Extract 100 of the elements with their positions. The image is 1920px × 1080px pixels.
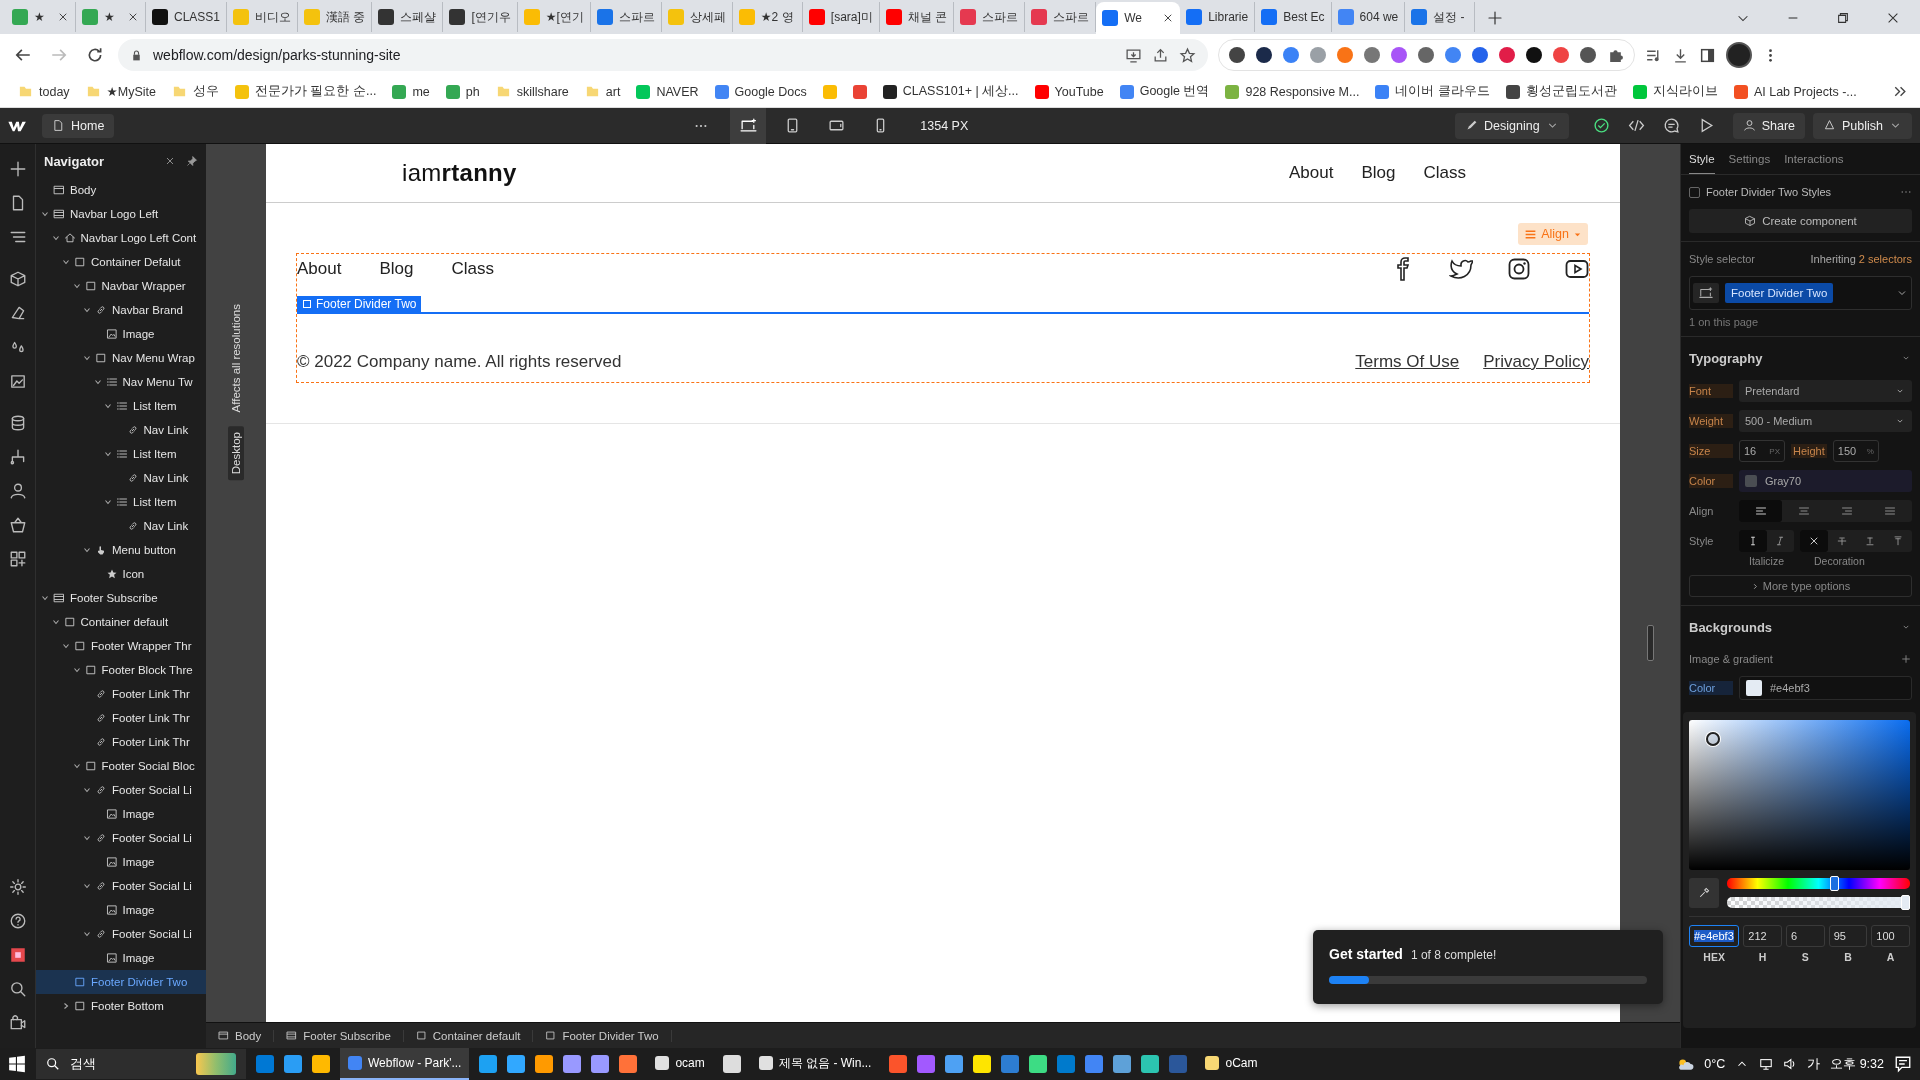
navigator-item[interactable]: Image	[36, 802, 206, 826]
clock[interactable]: 오후 9:32	[1830, 1055, 1884, 1073]
navigator-item[interactable]: Nav Link	[36, 466, 206, 490]
bookmark[interactable]: NAVER	[630, 84, 705, 99]
navigator-item[interactable]: Image	[36, 946, 206, 970]
bookmark[interactable]: YouTube	[1028, 84, 1110, 99]
publish-button[interactable]: Publish	[1813, 112, 1912, 139]
browser-tab[interactable]: Librarie	[1180, 2, 1256, 32]
bookmark[interactable]: Google Docs	[708, 84, 813, 99]
more-type-options-button[interactable]: More type options	[1689, 575, 1912, 597]
browser-tab[interactable]: 상세페	[661, 2, 733, 32]
navigator-item[interactable]: Footer Social Bloc	[36, 754, 206, 778]
bookmark[interactable]: 전문가가 필요한 순...	[229, 83, 383, 100]
color-value-field[interactable]: #e4ebf3	[1689, 925, 1740, 947]
navigator-item[interactable]: Footer Link Thr	[36, 682, 206, 706]
bookmark[interactable]: ★MySite	[79, 84, 162, 99]
browser-tab[interactable]: ★[연기	[517, 2, 591, 32]
bookmark[interactable]: 성우	[166, 83, 225, 100]
panel-tab[interactable]: Interactions	[1784, 144, 1844, 174]
bookmark[interactable]: art	[578, 84, 627, 99]
bookmark[interactable]: 횡성군립도서관	[1499, 83, 1623, 100]
breadcrumb-item[interactable]: Body	[206, 1029, 275, 1042]
navigator-item[interactable]: Nav Menu Tw	[36, 370, 206, 394]
navigator-item[interactable]: Footer Link Thr	[36, 730, 206, 754]
navigator-item[interactable]: Menu button	[36, 538, 206, 562]
navigator-item[interactable]: Container default	[36, 610, 206, 634]
browser-tab[interactable]: [연기우	[443, 2, 518, 32]
color-field[interactable]: #e4ebf3	[1739, 676, 1912, 700]
navigator-item[interactable]: Image	[36, 850, 206, 874]
navigator-item[interactable]: Nav Link	[36, 418, 206, 442]
breadcrumb-item[interactable]: Footer Subscribe	[274, 1029, 404, 1042]
navigator-item[interactable]: List Item	[36, 442, 206, 466]
legal-link[interactable]: Terms Of Use	[1355, 352, 1460, 372]
browser-tab[interactable]: CLASS1	[146, 2, 228, 32]
panel-tab[interactable]: Settings	[1728, 144, 1771, 174]
navigator-item[interactable]: Nav Link	[36, 514, 206, 538]
navigator-item[interactable]: Footer Block Thre	[36, 658, 206, 682]
navigator-item[interactable]: Footer Subscribe	[36, 586, 206, 610]
browser-tab[interactable]: 비디오	[227, 2, 299, 32]
address-bar[interactable]: webflow.com/design/parks-stunning-site	[118, 39, 1208, 71]
bookmark[interactable]: me	[386, 84, 436, 99]
create-component-button[interactable]: Create component	[1689, 209, 1912, 233]
line-height-field[interactable]: 150 %	[1832, 440, 1879, 462]
navigator-item[interactable]: Footer Divider Two	[36, 970, 206, 994]
bookmark[interactable]: ph	[439, 84, 486, 99]
navigator-item[interactable]: Footer Wrapper Thr	[36, 634, 206, 658]
taskbar-app[interactable]: oCam	[1197, 1048, 1266, 1080]
navigator-item[interactable]: Footer Bottom	[36, 994, 206, 1018]
panel-tab[interactable]: Style	[1689, 144, 1715, 174]
color-field[interactable]: Gray70	[1739, 470, 1912, 492]
color-value-field[interactable]: 95	[1828, 925, 1868, 947]
site-logo[interactable]: iamrtanny	[402, 159, 517, 187]
input-method[interactable]: 가	[1807, 1055, 1821, 1073]
navigator-item[interactable]: Navbar Brand	[36, 298, 206, 322]
color-value-field[interactable]: 100	[1871, 925, 1910, 947]
mode-dropdown[interactable]: Designing	[1455, 112, 1569, 139]
navigator-item[interactable]: Image	[36, 898, 206, 922]
browser-tab[interactable]: 스파르	[590, 2, 662, 32]
bookmark[interactable]: Google 번역	[1113, 83, 1216, 100]
navigator-item[interactable]: List Item	[36, 490, 206, 514]
browser-tab[interactable]: 604 we	[1331, 2, 1406, 32]
navigator-item[interactable]: Image	[36, 322, 206, 346]
navigator-item[interactable]: Navbar Logo Left Cont	[36, 226, 206, 250]
browser-tab[interactable]: Best Ec	[1255, 2, 1332, 32]
footer-link[interactable]: Class	[451, 259, 494, 279]
browser-tab[interactable]: 漢語 중	[298, 2, 373, 32]
taskbar-app[interactable]: Webflow - Park'...	[340, 1048, 470, 1080]
browser-tab[interactable]: 스파르	[954, 2, 1026, 32]
onboarding-toast[interactable]: Get started 1 of 8 complete!	[1313, 930, 1663, 1004]
browser-tab[interactable]: 채널 콘	[879, 2, 955, 32]
navigator-item[interactable]: Footer Social Li	[36, 874, 206, 898]
font-dropdown[interactable]: Pretendard	[1739, 380, 1912, 402]
navigator-item[interactable]: Navbar Wrapper	[36, 274, 206, 298]
navigator-item[interactable]: Icon	[36, 562, 206, 586]
bookmark[interactable]: AI Lab Projects -...	[1727, 84, 1863, 99]
navigator-item[interactable]: Footer Social Li	[36, 826, 206, 850]
navigator-item[interactable]: Body	[36, 178, 206, 202]
color-value-field[interactable]: 212	[1743, 925, 1782, 947]
bookmark[interactable]: 928 Responsive M...	[1219, 84, 1366, 99]
nav-link[interactable]: About	[1289, 163, 1334, 183]
browser-tab[interactable]: ★2 영	[732, 2, 803, 32]
class-chip[interactable]: Footer Divider Two	[1725, 283, 1834, 303]
navigator-item[interactable]: Footer Social Li	[36, 922, 206, 946]
weight-dropdown[interactable]: 500 - Medium	[1739, 410, 1912, 432]
navigator-item[interactable]: List Item	[36, 394, 206, 418]
browser-tab[interactable]: We	[1096, 2, 1181, 34]
selector-field[interactable]: Footer Divider Two	[1689, 276, 1912, 310]
breadcrumb-item[interactable]: Footer Divider Two	[533, 1029, 672, 1042]
navigator-item[interactable]: Footer Link Thr	[36, 706, 206, 730]
search-field[interactable]: 검색	[36, 1049, 246, 1079]
taskbar-app[interactable]: 제목 없음 - Win...	[750, 1048, 880, 1080]
bookmark[interactable]: today	[12, 84, 76, 99]
browser-tab[interactable]: 스페샬	[372, 2, 444, 32]
navigator-item[interactable]: Nav Menu Wrap	[36, 346, 206, 370]
browser-tab[interactable]: 설정 -	[1405, 2, 1476, 32]
selectors-link[interactable]: 2 selectors	[1858, 253, 1912, 265]
bookmark[interactable]: skillshare	[489, 84, 575, 99]
home-page-button[interactable]: Home	[42, 113, 115, 138]
size-field[interactable]: 16 PX	[1739, 440, 1785, 462]
navigator-item[interactable]: Container Defalut	[36, 250, 206, 274]
